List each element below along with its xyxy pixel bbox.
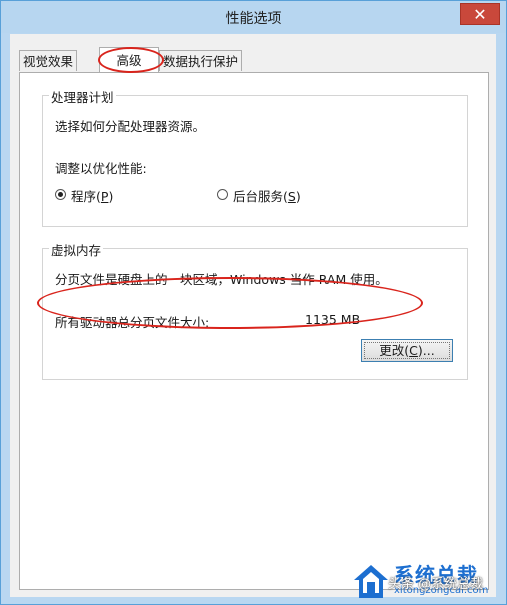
tab-advanced[interactable]: 高级 <box>99 47 159 72</box>
paging-file-description: 分页文件是硬盘上的一块区域，Windows 当作 RAM 使用。 <box>55 272 388 287</box>
performance-options-window: 性能选项 ✕ 视觉效果 高级 数据执行保护 处理器计划 选择如何分配处理器资源。… <box>0 0 507 605</box>
radio-background-services[interactable]: 后台服务(S) <box>217 186 337 204</box>
total-paging-size-value: 1135 MB <box>305 312 361 327</box>
virtual-memory-legend: 虚拟内存 <box>49 240 104 259</box>
radio-programs[interactable]: 程序(P) <box>55 186 155 204</box>
house-logo-icon <box>354 565 388 598</box>
advanced-tab-panel: 处理器计划 选择如何分配处理器资源。 调整以优化性能: 程序(P) 后台服务(S… <box>19 72 489 590</box>
radio-programs-label: 程序(P) <box>71 189 114 204</box>
close-button[interactable]: ✕ <box>460 3 500 25</box>
window-title: 性能选项 <box>225 11 282 27</box>
tab-strip: 视觉效果 高级 数据执行保护 <box>19 47 489 73</box>
radio-programs-circle[interactable] <box>55 189 66 200</box>
change-button[interactable]: 更改(C)... <box>361 339 453 362</box>
close-icon: ✕ <box>473 5 487 24</box>
radio-background-services-label: 后台服务(S) <box>233 189 301 204</box>
dialog-client-area: 视觉效果 高级 数据执行保护 处理器计划 选择如何分配处理器资源。 调整以优化性… <box>10 34 496 597</box>
tab-data-execution-prevention[interactable]: 数据执行保护 <box>159 50 243 71</box>
processor-scheduling-legend: 处理器计划 <box>49 87 116 106</box>
processor-scheduling-description: 选择如何分配处理器资源。 <box>55 119 206 134</box>
watermark-overlay-text: 头条 @系统总裁 <box>388 577 484 592</box>
optimize-performance-label: 调整以优化性能: <box>55 161 147 176</box>
watermark: 系统总裁 xitongzongcai.com 头条 @系统总裁 <box>352 559 502 603</box>
virtual-memory-group: 虚拟内存 分页文件是硬盘上的一块区域，Windows 当作 RAM 使用。 所有… <box>37 240 468 380</box>
total-paging-size-label: 所有驱动器总分页文件大小: <box>55 315 210 330</box>
title-bar[interactable]: 性能选项 ✕ <box>1 1 506 33</box>
radio-background-services-circle[interactable] <box>217 189 228 200</box>
processor-scheduling-group: 处理器计划 选择如何分配处理器资源。 调整以优化性能: 程序(P) 后台服务(S… <box>42 87 468 227</box>
tab-visual-effects[interactable]: 视觉效果 <box>19 50 78 71</box>
